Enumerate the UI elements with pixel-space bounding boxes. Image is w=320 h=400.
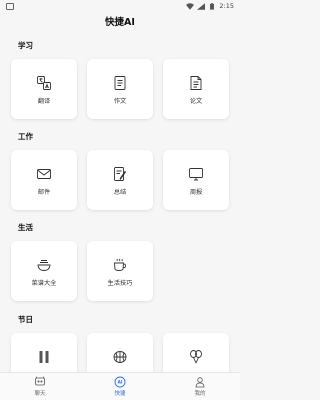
- lantern-icon: [112, 349, 128, 365]
- page-title: 快捷AI: [105, 17, 135, 28]
- translate-icon: [36, 75, 52, 91]
- card-label: 菜谱大全: [31, 280, 57, 287]
- card-festival-1[interactable]: [11, 333, 77, 372]
- battery-icon: [210, 2, 215, 10]
- nav-label-profile: 我的: [194, 391, 206, 397]
- bowl-icon: [36, 257, 52, 273]
- card-mail[interactable]: 邮件: [11, 150, 77, 210]
- section-title-life: 生活: [18, 223, 33, 232]
- pause-icon: [36, 349, 52, 365]
- document-icon: [112, 75, 128, 91]
- section-title-study: 学习: [18, 41, 33, 50]
- summary-icon: [112, 166, 128, 182]
- section-title-work: 工作: [18, 132, 33, 141]
- status-bar: 2:15: [0, 0, 240, 12]
- card-label: 翻译: [37, 98, 51, 105]
- card-label: 生活技巧: [107, 280, 133, 287]
- status-right: 2:15: [186, 2, 234, 10]
- paper-icon: [188, 75, 204, 91]
- card-translate[interactable]: 翻译: [11, 59, 77, 119]
- card-summary[interactable]: 总结: [87, 150, 153, 210]
- wifi-icon: [186, 2, 195, 10]
- card-label: 总结: [113, 189, 127, 196]
- cup-icon: [112, 257, 128, 273]
- main-content[interactable]: 学习 翻译 作文 论文 工作 邮件 总结 周报 生活 菜谱大全 生活技巧 节日: [0, 34, 240, 372]
- card-festival-3[interactable]: [163, 333, 229, 372]
- status-time: 2:15: [219, 2, 234, 10]
- nav-label-chat: 聊天: [34, 391, 46, 397]
- card-paper[interactable]: 论文: [163, 59, 229, 119]
- card-life-tips[interactable]: 生活技巧: [87, 241, 153, 301]
- mail-icon: [36, 166, 52, 182]
- section-title-festival: 节日: [18, 315, 33, 324]
- bottom-nav: 聊天 AI 快捷 我的: [0, 372, 240, 400]
- card-label: 作文: [113, 98, 127, 105]
- card-essay[interactable]: 作文: [87, 59, 153, 119]
- card-weekly[interactable]: 周报: [163, 150, 229, 210]
- monitor-icon: [188, 166, 204, 182]
- card-label: 邮件: [37, 189, 51, 196]
- nav-shortcut[interactable]: AI 快捷: [90, 376, 150, 397]
- nav-profile[interactable]: 我的: [170, 376, 230, 397]
- nav-label-shortcut: 快捷: [114, 391, 126, 397]
- screenshot-icon: [6, 2, 14, 10]
- balloon-icon: [188, 349, 204, 365]
- signal-icon: [197, 2, 206, 10]
- nav-chat[interactable]: 聊天: [10, 376, 70, 397]
- card-festival-2[interactable]: [87, 333, 153, 372]
- chat-icon: [35, 376, 45, 386]
- ai-icon: AI: [114, 376, 126, 388]
- card-recipes[interactable]: 菜谱大全: [11, 241, 77, 301]
- user-icon: [195, 377, 205, 388]
- card-label: 论文: [189, 98, 203, 105]
- card-label: 周报: [189, 189, 203, 196]
- svg-text:AI: AI: [118, 380, 123, 385]
